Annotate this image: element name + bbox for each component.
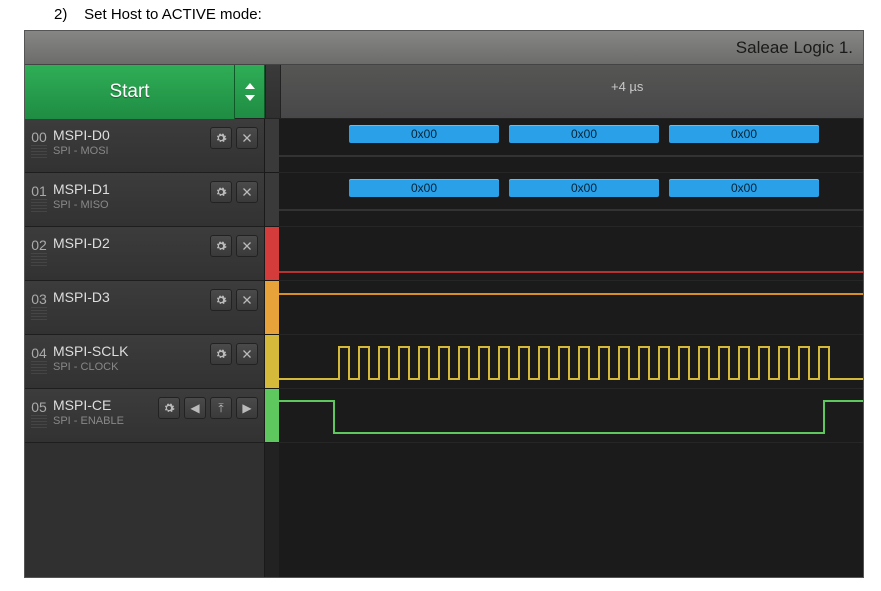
remove-channel-button[interactable]: [236, 181, 258, 203]
drag-handle-icon[interactable]: [31, 361, 47, 375]
channel-index: 01: [25, 179, 53, 199]
channel-settings-button[interactable]: [210, 235, 232, 257]
channel-row[interactable]: 00MSPI-D0 SPI - MOSI: [25, 119, 264, 173]
decoded-byte: 0x00: [509, 179, 659, 197]
step-text: Set Host to ACTIVE mode:: [84, 6, 262, 23]
drag-handle-icon[interactable]: [31, 307, 47, 321]
channel-row[interactable]: 05MSPI-CE SPI - ENABLE ◀⤒▶: [25, 389, 264, 443]
waveform-lane[interactable]: 0x00 0x00 0x00: [279, 173, 863, 227]
channel-settings-button[interactable]: [210, 181, 232, 203]
waveform-lane[interactable]: 0x00 0x00 0x00: [279, 119, 863, 173]
channel-name: MSPI-D1: [53, 181, 210, 197]
chevron-down-icon: [245, 95, 255, 101]
remove-channel-button[interactable]: [236, 235, 258, 257]
waveform-lane[interactable]: [279, 389, 863, 443]
timeline-handle[interactable]: [265, 65, 281, 118]
decoded-byte: 0x00: [509, 125, 659, 143]
gear-icon: [215, 132, 227, 144]
channel-name: MSPI-D3: [53, 289, 210, 305]
channel-index: 04: [25, 341, 53, 361]
channel-row[interactable]: 02MSPI-D2: [25, 227, 264, 281]
remove-channel-button[interactable]: [236, 289, 258, 311]
channel-row[interactable]: 01MSPI-D1 SPI - MISO: [25, 173, 264, 227]
channel-color-swatch: [265, 119, 279, 173]
gear-icon: [215, 294, 227, 306]
decoded-byte: 0x00: [669, 179, 819, 197]
channel-protocol: SPI - MOSI: [53, 145, 210, 157]
start-button[interactable]: Start: [25, 65, 235, 119]
clock-waveform: [279, 335, 863, 388]
channel-index: 00: [25, 125, 53, 145]
start-options-button[interactable]: [235, 65, 265, 118]
gear-icon: [163, 402, 175, 414]
gear-icon: [215, 186, 227, 198]
channel-settings-button[interactable]: [210, 289, 232, 311]
channel-protocol: SPI - MISO: [53, 199, 210, 211]
channel-index: 05: [25, 395, 53, 415]
channel-settings-button[interactable]: [210, 343, 232, 365]
channel-colorbar: [265, 119, 279, 577]
channel-name: MSPI-CE: [53, 397, 158, 413]
channel-color-swatch: [265, 227, 279, 281]
waveform-lane[interactable]: [279, 335, 863, 389]
ruler-tick-label: +4 µs: [611, 79, 643, 94]
toolbar: Start +4 µs: [25, 65, 863, 119]
channel-name: MSPI-D0: [53, 127, 210, 143]
channel-color-swatch: [265, 389, 279, 443]
waveform-lane[interactable]: [279, 281, 863, 335]
close-icon: [241, 294, 253, 306]
enable-waveform: [279, 389, 863, 442]
channel-protocol: SPI - ENABLE: [53, 415, 158, 427]
channel-settings-button[interactable]: [158, 397, 180, 419]
step-number: 2): [54, 6, 80, 23]
drag-handle-icon[interactable]: [31, 415, 47, 429]
decoded-byte: 0x00: [349, 179, 499, 197]
drag-handle-icon[interactable]: [31, 199, 47, 213]
drag-handle-icon[interactable]: [31, 145, 47, 159]
window-title: Saleae Logic 1.: [25, 31, 863, 65]
time-ruler[interactable]: +4 µs: [281, 65, 863, 118]
channel-list: 00MSPI-D0 SPI - MOSI 01MSPI-D1 SPI - MISO 02…: [25, 119, 265, 577]
gear-icon: [215, 348, 227, 360]
channel-row[interactable]: 03MSPI-D3: [25, 281, 264, 335]
next-edge-button[interactable]: ▶: [236, 397, 258, 419]
edge-type-button[interactable]: ⤒: [210, 397, 232, 419]
chevron-up-icon: [245, 83, 255, 89]
close-icon: [241, 132, 253, 144]
waveform-area[interactable]: 0x00 0x00 0x00 0x00 0x00 0x00: [279, 119, 863, 577]
remove-channel-button[interactable]: [236, 127, 258, 149]
channel-index: 02: [25, 233, 53, 253]
channel-color-swatch: [265, 335, 279, 389]
channel-settings-button[interactable]: [210, 127, 232, 149]
channel-protocol: SPI - CLOCK: [53, 361, 210, 373]
prev-edge-button[interactable]: ◀: [184, 397, 206, 419]
channel-name: MSPI-D2: [53, 235, 210, 251]
channel-name: MSPI-SCLK: [53, 343, 210, 359]
close-icon: [241, 240, 253, 252]
waveform-lane[interactable]: [279, 227, 863, 281]
drag-handle-icon[interactable]: [31, 253, 47, 267]
close-icon: [241, 186, 253, 198]
channel-color-swatch: [265, 281, 279, 335]
decoded-byte: 0x00: [349, 125, 499, 143]
decoded-byte: 0x00: [669, 125, 819, 143]
close-icon: [241, 348, 253, 360]
logic-analyzer-window: Saleae Logic 1. Start +4 µs 00MSPI-D0 SPI…: [24, 30, 864, 578]
remove-channel-button[interactable]: [236, 343, 258, 365]
channel-color-swatch: [265, 173, 279, 227]
channel-index: 03: [25, 287, 53, 307]
channel-row[interactable]: 04MSPI-SCLK SPI - CLOCK: [25, 335, 264, 389]
gear-icon: [215, 240, 227, 252]
